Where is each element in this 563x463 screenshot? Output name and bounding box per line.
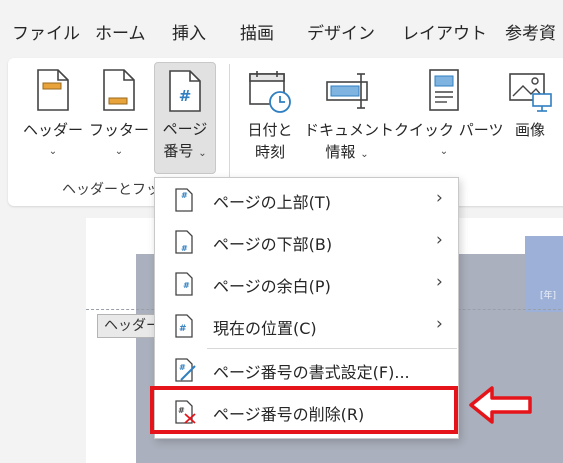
chevron-right-icon: ›: [436, 230, 443, 250]
tab-references[interactable]: 参考資: [505, 19, 556, 44]
menu-item-label: ページの余白(P): [213, 277, 331, 296]
tab-file[interactable]: ファイル: [12, 19, 80, 44]
page-number-icon: #: [169, 70, 201, 112]
tab-draw[interactable]: 描画: [240, 19, 274, 44]
cover-side-panel: [年]: [525, 236, 563, 312]
menu-item-current-position[interactable]: # 現在の位置(C) ›: [155, 306, 458, 346]
menu-item-format-page-numbers[interactable]: # ページ番号の書式設定(F)...: [155, 350, 458, 390]
date-time-button[interactable]: 日付と 時刻: [240, 58, 300, 168]
menu-item-label: ページの上部(T): [213, 193, 331, 212]
annotation-arrow-icon: [469, 386, 532, 424]
header-button-label: ヘッダー: [22, 121, 83, 139]
menu-item-label: 現在の位置(C): [213, 319, 317, 338]
document-info-label-line2: 情報 ⌄: [325, 143, 369, 161]
chevron-down-icon: ⌄: [198, 148, 207, 159]
document-info-button[interactable]: ドキュメント 情報 ⌄: [304, 58, 395, 168]
calendar-clock-icon: [249, 71, 291, 113]
page-number-label-line1: ページ: [162, 120, 208, 138]
page-number-button[interactable]: # ページ 番号 ⌄: [154, 62, 216, 174]
quick-parts-label: クイック パーツ: [394, 121, 504, 139]
menu-item-label: ページの下部(B): [213, 235, 333, 254]
chevron-down-icon: ⌄: [360, 149, 369, 160]
svg-text:#: #: [179, 87, 192, 105]
picture-icon: [509, 73, 552, 112]
tab-design[interactable]: デザイン: [307, 19, 375, 44]
footer-button[interactable]: フッター ⌄: [88, 58, 150, 168]
menu-item-bottom-of-page[interactable]: # ページの下部(B) ›: [155, 222, 458, 262]
menu-separator: [207, 348, 457, 349]
menu-item-top-of-page[interactable]: # ページの上部(T) ›: [155, 180, 458, 220]
date-time-label-line1: 日付と: [247, 121, 293, 139]
chevron-down-icon: ⌄: [439, 146, 449, 157]
quick-parts-button[interactable]: クイック パーツ ⌄: [394, 58, 504, 168]
chevron-down-icon: ⌄: [48, 146, 58, 157]
ribbon-separator: [229, 64, 230, 182]
quick-parts-icon: [429, 69, 459, 111]
tab-insert[interactable]: 挿入: [172, 19, 206, 44]
date-time-label-line2: 時刻: [254, 143, 285, 161]
page-number-label-line2: 番号 ⌄: [163, 142, 207, 160]
picture-label: 画像: [514, 121, 545, 139]
chevron-right-icon: ›: [436, 188, 443, 208]
picture-button[interactable]: 画像: [500, 58, 560, 168]
tab-layout[interactable]: レイアウト: [402, 19, 487, 44]
annotation-highlight-box: [150, 386, 458, 434]
header-tag: ヘッダー: [97, 314, 159, 338]
page-top-number-icon: #: [175, 188, 193, 212]
menu-item-label: ページ番号の書式設定(F)...: [213, 363, 410, 382]
header-page-icon: [37, 69, 69, 111]
svg-text:#: #: [179, 324, 187, 334]
tab-home[interactable]: ホーム: [95, 19, 146, 44]
menu-item-page-margins[interactable]: # ページの余白(P) ›: [155, 264, 458, 304]
current-position-number-icon: #: [175, 314, 193, 338]
svg-text:#: #: [179, 363, 186, 372]
document-info-label-line1: ドキュメント: [304, 121, 395, 139]
document-info-icon: [326, 73, 368, 109]
header-button[interactable]: ヘッダー ⌄: [22, 58, 84, 168]
footer-button-label: フッター: [88, 121, 149, 139]
menu-bar: ファイル ホーム 挿入 描画 デザイン レイアウト 参考資: [0, 0, 563, 58]
footer-page-icon: [103, 69, 135, 111]
page-bottom-number-icon: #: [175, 230, 193, 254]
cover-year-text: [年]: [540, 291, 557, 301]
svg-text:#: #: [181, 244, 188, 253]
format-page-number-icon: #: [175, 358, 196, 382]
page-margin-number-icon: #: [175, 272, 193, 296]
chevron-right-icon: ›: [436, 272, 443, 292]
svg-text:#: #: [181, 191, 188, 200]
svg-text:#: #: [183, 281, 190, 290]
chevron-right-icon: ›: [436, 314, 443, 334]
chevron-down-icon: ⌄: [114, 146, 124, 157]
